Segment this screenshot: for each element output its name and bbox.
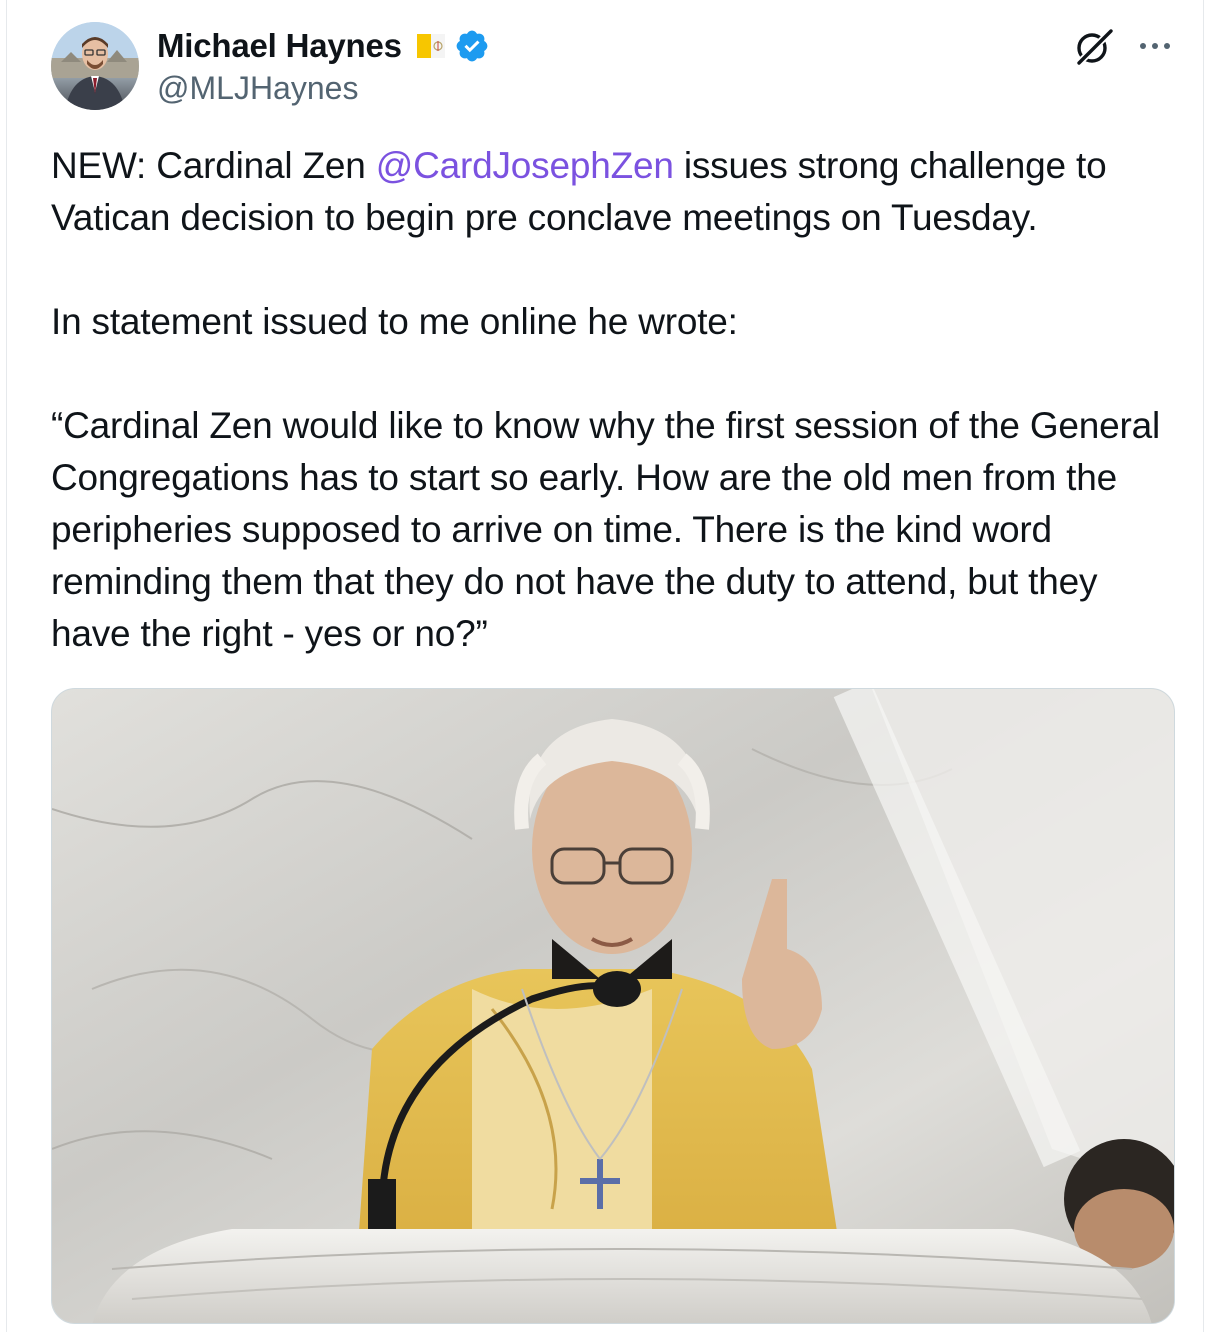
grok-icon[interactable] — [1073, 26, 1115, 68]
tweet-photo[interactable] — [51, 688, 1175, 1324]
tweet-quote: “Cardinal Zen would like to know why the… — [51, 405, 1161, 654]
more-options-icon[interactable] — [1135, 30, 1175, 62]
cardinal-photo — [52, 689, 1174, 1323]
author-info[interactable]: Michael Haynes @MLJHaynes — [157, 26, 490, 107]
tweet-card: Michael Haynes @MLJHaynes NEW: Cardinal … — [6, 0, 1204, 1332]
vatican-flag-icon — [416, 32, 446, 60]
tweet-paragraph-1: NEW: Cardinal Zen @CardJosephZen issues … — [51, 140, 1181, 244]
author-handle[interactable]: @MLJHaynes — [157, 70, 490, 107]
avatar-photo — [51, 22, 139, 110]
tweet-text: NEW: Cardinal Zen @CardJosephZen issues … — [51, 140, 1181, 660]
avatar[interactable] — [51, 22, 139, 110]
mention-link[interactable]: @CardJosephZen — [376, 145, 674, 186]
tweet-prefix: NEW: Cardinal Zen — [51, 145, 376, 186]
display-name[interactable]: Michael Haynes — [157, 27, 402, 65]
tweet-paragraph-2: In statement issued to me online he wrot… — [51, 301, 738, 342]
display-name-row: Michael Haynes — [157, 26, 490, 66]
verified-badge-icon — [454, 28, 490, 64]
